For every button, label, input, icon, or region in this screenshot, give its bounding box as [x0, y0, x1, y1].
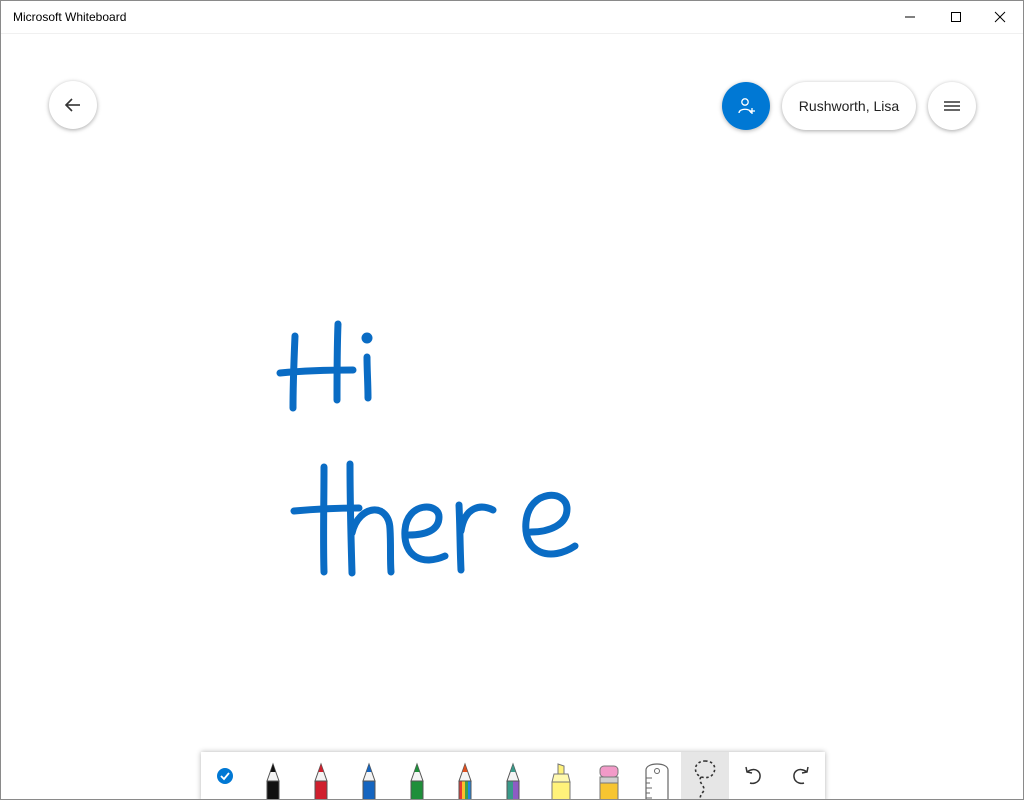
ink-toolbar — [201, 752, 825, 799]
undo-button[interactable] — [729, 752, 777, 799]
undo-icon — [745, 766, 761, 785]
minimize-button[interactable] — [887, 1, 933, 33]
app-window: Microsoft Whiteboard Rushworth, Lisa — [0, 0, 1024, 800]
eraser-icon — [599, 765, 619, 799]
eraser-tool[interactable] — [585, 752, 633, 799]
title-bar: Microsoft Whiteboard — [1, 1, 1023, 34]
redo-button[interactable] — [777, 752, 825, 799]
highlighter-icon — [551, 763, 571, 799]
pen-icon — [362, 762, 376, 799]
lasso-icon — [694, 760, 716, 799]
pen-green-tool[interactable] — [393, 752, 441, 799]
pen-galaxy-tool[interactable] — [489, 752, 537, 799]
pen-icon — [410, 762, 424, 799]
pen-red-tool[interactable] — [297, 752, 345, 799]
select-ink-toggle[interactable] — [201, 752, 249, 799]
close-button[interactable] — [977, 1, 1023, 33]
redo-icon — [793, 766, 809, 785]
pen-black-tool[interactable] — [249, 752, 297, 799]
close-icon — [994, 11, 1006, 23]
whiteboard-canvas[interactable]: Rushworth, Lisa — [1, 34, 1023, 799]
pen-blue-tool[interactable] — [345, 752, 393, 799]
highlighter-tool[interactable] — [537, 752, 585, 799]
app-title: Microsoft Whiteboard — [13, 10, 127, 24]
pen-icon — [314, 762, 328, 799]
ruler-icon — [645, 763, 669, 799]
minimize-icon — [905, 16, 915, 18]
check-circle-icon — [217, 768, 233, 784]
maximize-button[interactable] — [933, 1, 979, 33]
pen-icon — [266, 762, 280, 799]
lasso-select-tool[interactable] — [681, 752, 729, 799]
ruler-tool[interactable] — [633, 752, 681, 799]
handwriting-ink[interactable] — [1, 34, 1023, 799]
pen-rainbow-tool[interactable] — [441, 752, 489, 799]
pen-icon — [458, 762, 472, 799]
maximize-icon — [951, 12, 961, 22]
pen-icon — [506, 762, 520, 799]
